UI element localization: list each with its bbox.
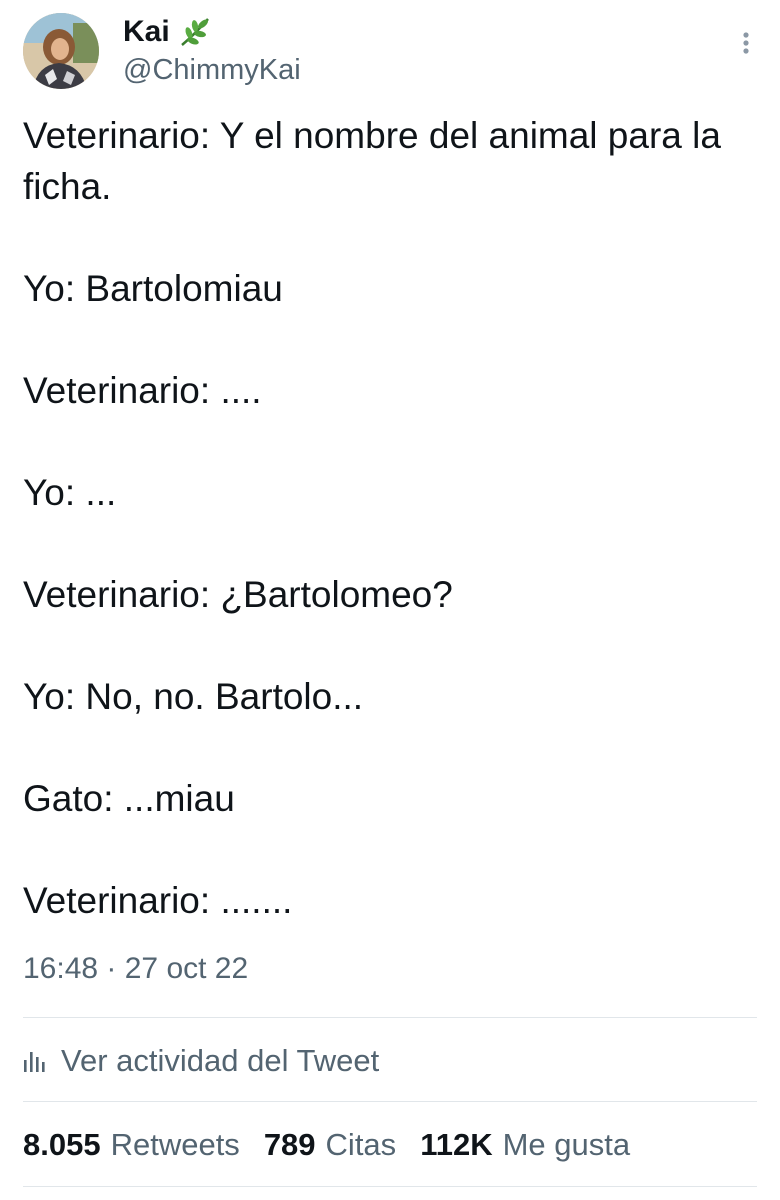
- retweets-stat[interactable]: 8.055 Retweets: [23, 1127, 240, 1163]
- user-handle[interactable]: @ChimmyKai: [123, 54, 301, 87]
- tweet-timestamp[interactable]: 16:48 · 27 oct 22: [23, 952, 248, 986]
- divider: [23, 1186, 757, 1187]
- avatar[interactable]: [23, 13, 99, 89]
- tweet-line: Yo: Bartolomiau: [23, 268, 283, 309]
- divider: [23, 1017, 757, 1018]
- activity-label: Ver actividad del Tweet: [61, 1043, 380, 1078]
- herb-leaf-icon: [178, 15, 212, 49]
- engagement-stats: 8.055 Retweets 789 Citas 112K Me gusta: [23, 1124, 654, 1166]
- display-name[interactable]: Kai: [123, 15, 170, 49]
- quotes-label: Citas: [325, 1127, 397, 1162]
- likes-label: Me gusta: [502, 1127, 631, 1162]
- retweets-label: Retweets: [110, 1127, 240, 1162]
- divider: [23, 1101, 757, 1102]
- avatar-photo: [23, 13, 99, 89]
- quotes-stat[interactable]: 789 Citas: [264, 1127, 396, 1163]
- likes-stat[interactable]: 112K Me gusta: [420, 1127, 630, 1163]
- author-name-row[interactable]: Kai: [123, 13, 212, 51]
- more-options-icon[interactable]: [740, 30, 752, 60]
- bar-chart-icon: [23, 1048, 47, 1074]
- tweet-line: Yo: No, no. Bartolo...: [23, 676, 364, 717]
- tweet-line: Veterinario: .......: [23, 880, 293, 921]
- tweet-line: Gato: ...miau: [23, 778, 235, 819]
- retweets-count: 8.055: [23, 1127, 101, 1162]
- tweet-line: Veterinario: Y el nombre del animal para…: [23, 115, 721, 207]
- likes-count: 112K: [420, 1127, 493, 1162]
- tweet-line: Veterinario: ¿Bartolomeo?: [23, 574, 453, 615]
- view-tweet-activity-link[interactable]: Ver actividad del Tweet: [23, 1040, 379, 1082]
- quotes-count: 789: [263, 1127, 316, 1162]
- tweet-line: Veterinario: ....: [23, 370, 262, 411]
- tweet-line: Yo: ...: [23, 472, 117, 513]
- tweet-text: Veterinario: Y el nombre del animal para…: [23, 110, 758, 926]
